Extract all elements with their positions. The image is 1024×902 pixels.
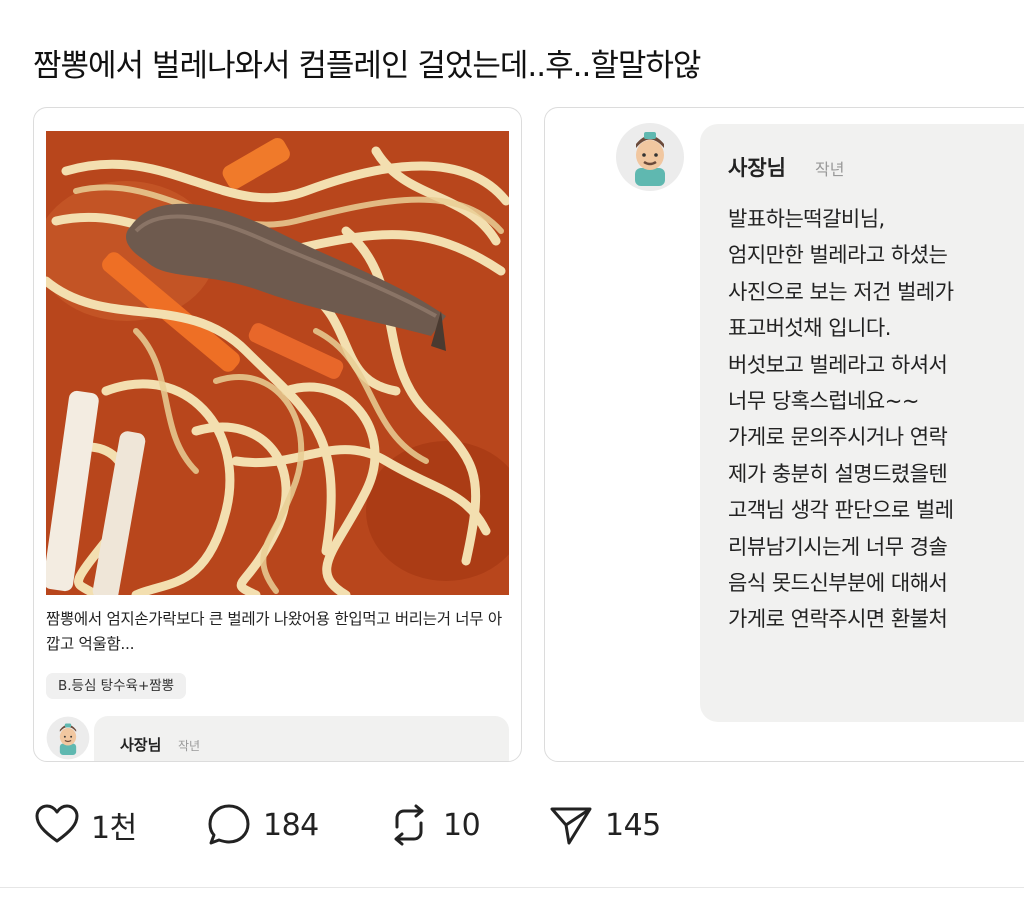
owner-avatar-icon [616, 123, 684, 191]
rating-stars-icon: ★★★★★ [104, 107, 158, 108]
reply-author: 사장님 [728, 156, 786, 180]
reply-line: 버섯보고 벌레라고 하셔서 [728, 352, 948, 377]
post-actions: 1천 184 10 145 [33, 800, 933, 850]
repost-count: 10 [443, 807, 481, 843]
like-count: 1천 [91, 811, 137, 846]
reply-line: 발표하는떡갈비님, [728, 207, 885, 231]
review-card[interactable]: ★★★★★ [33, 107, 522, 762]
owner-reply-preview: 사장님 작년 [46, 716, 509, 761]
like-button[interactable]: 1천 [33, 800, 137, 850]
reply-time: 작년 [815, 160, 845, 179]
post-title: 짬뽕에서 벌레나와서 컴플레인 걸었는데..후..할말하않 [33, 48, 701, 84]
review-text: 짬뽕에서 엄지손가락보다 큰 벌레가 나왔어용 한입먹고 버리는거 너무 아깝고… [46, 610, 502, 653]
reply-line: 음식 못드신부분에 대해서 [728, 571, 948, 596]
send-icon [550, 807, 592, 845]
reply-line: 너무 당혹스럽네요~~ [728, 389, 919, 414]
reply-text: 발표하는떡갈비님, 엄지만한 벌레라고 하셨는 사진으로 보는 저건 벌레가 표… [728, 201, 954, 638]
comment-button[interactable]: 184 [205, 800, 319, 850]
repost-icon [394, 804, 424, 846]
review-header-peek: ★★★★★ [34, 107, 521, 116]
reply-line: 고객님 생각 판단으로 벌레 [728, 498, 954, 523]
divider [0, 887, 1024, 888]
jjamppong-photo-icon [46, 131, 509, 595]
reply-time: 작년 [178, 739, 201, 753]
repost-button[interactable]: 10 [385, 800, 481, 850]
reply-line: 리뷰남기시는게 너무 경솔 [728, 534, 948, 559]
reply-author: 사장님 [120, 736, 162, 754]
owner-avatar-icon [46, 716, 90, 760]
comment-icon [208, 804, 250, 845]
share-button[interactable]: 145 [547, 800, 661, 850]
share-count: 145 [605, 807, 661, 843]
reply-line: 엄지만한 벌레라고 하셨는 [728, 243, 948, 268]
reply-line: 사진으로 보는 저건 벌레가 [728, 279, 954, 304]
reply-line: 표고버섯채 입니다. [728, 316, 891, 341]
food-photo[interactable] [46, 131, 509, 595]
menu-chip: B.등심 탕수육+짬뽕 [46, 673, 187, 699]
comment-count: 184 [263, 807, 319, 843]
owner-reply-card[interactable]: 사장님 작년 발표하는떡갈비님, 엄지만한 벌레라고 하셨는 사진으로 보는 저… [544, 107, 1024, 762]
reply-line: 가게로 연락주시면 환불처 [728, 607, 948, 632]
reply-line: 가게로 문의주시거나 연락 [728, 425, 948, 450]
reply-line: 제가 충분히 설명드렸을텐 [728, 461, 948, 486]
heart-icon [35, 804, 79, 843]
